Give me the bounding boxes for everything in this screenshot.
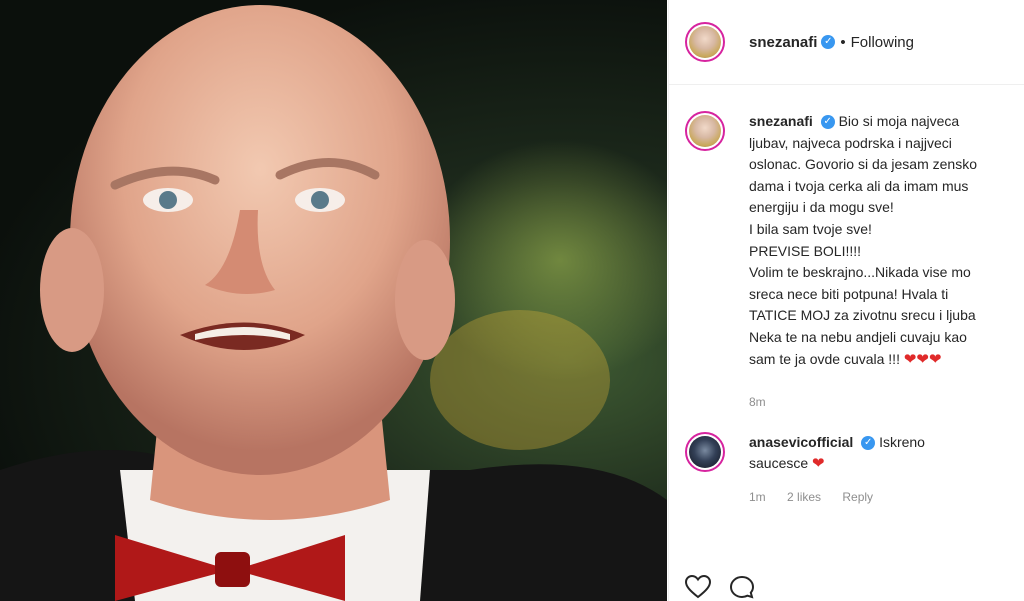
comment-text: Iskreno <box>879 433 925 450</box>
heart-emoji-icon: ❤ <box>812 455 825 473</box>
author-username[interactable]: snezanafi <box>749 34 817 51</box>
comment-body: anasevicofficial ✓ Iskreno saucesce ❤ 1m… <box>749 432 1024 509</box>
caption-line: ljubav, najveca podrska i najjveci <box>749 134 952 151</box>
caption-line: oslonac. Govorio si da jesam zensko <box>749 156 977 173</box>
caption-line: Bio si moja najveca <box>838 113 960 129</box>
caption: snezanafi ✓ Bio si moja najveca ljubav, … <box>669 85 1024 414</box>
post-actions <box>685 575 755 599</box>
caption-line: Volim te beskrajno...Nikada vise mo <box>749 264 971 281</box>
heart-emoji-icon: ❤❤❤ <box>903 350 942 368</box>
caption-line: dama i tvoja cerka ali da imam mus <box>749 177 969 194</box>
verified-badge-icon: ✓ <box>820 115 835 130</box>
caption-avatar[interactable] <box>685 111 725 151</box>
verified-badge-icon: ✓ <box>861 436 876 451</box>
comment-text: saucesce <box>749 455 809 472</box>
comment-meta: 1m 2 likes Reply <box>749 487 1024 509</box>
post-side-panel: snezanafi ✓ • Following snezanafi ✓ Bio … <box>668 0 1024 601</box>
caption-timestamp: 8m <box>749 395 766 410</box>
caption-line: TATICE MOJ za zivotnu srecu i ljuba <box>749 307 976 324</box>
reply-button[interactable]: Reply <box>842 490 873 504</box>
caption-line: I bila sam tvoje sve! <box>749 220 872 237</box>
comment-item: anasevicofficial ✓ Iskreno saucesce ❤ 1m… <box>669 414 1024 509</box>
author-avatar[interactable] <box>685 22 725 62</box>
caption-body: snezanafi ✓ Bio si moja najveca ljubav, … <box>749 111 1024 414</box>
comment-timestamp: 1m <box>749 489 766 504</box>
post-header: snezanafi ✓ • Following <box>669 0 1024 85</box>
caption-line: energiju i da mogu sve! <box>749 199 894 216</box>
separator-dot: • <box>840 33 846 51</box>
post-photo <box>0 0 667 601</box>
caption-meta: 8m <box>749 392 1024 414</box>
caption-line: PREVISE BOLI!!!! <box>749 242 862 259</box>
caption-username[interactable]: snezanafi <box>749 113 813 129</box>
caption-line: Neka te na nebu andjeli cuvaju kao <box>749 328 967 345</box>
following-button[interactable]: Following <box>851 34 914 51</box>
commenter-avatar[interactable] <box>685 431 725 472</box>
verified-badge-icon: ✓ <box>821 35 836 49</box>
portrait-illustration <box>0 5 667 601</box>
caption-line: sreca nece biti potpuna! Hvala ti <box>749 285 949 302</box>
caption-line: sam te ja ovde cuvala !!! <box>749 350 900 367</box>
heart-outline-icon[interactable] <box>685 575 711 599</box>
commenter-username[interactable]: anasevicofficial <box>749 434 853 450</box>
comment-likes[interactable]: 2 likes <box>787 490 821 504</box>
comment-bubble-icon[interactable] <box>729 575 755 599</box>
